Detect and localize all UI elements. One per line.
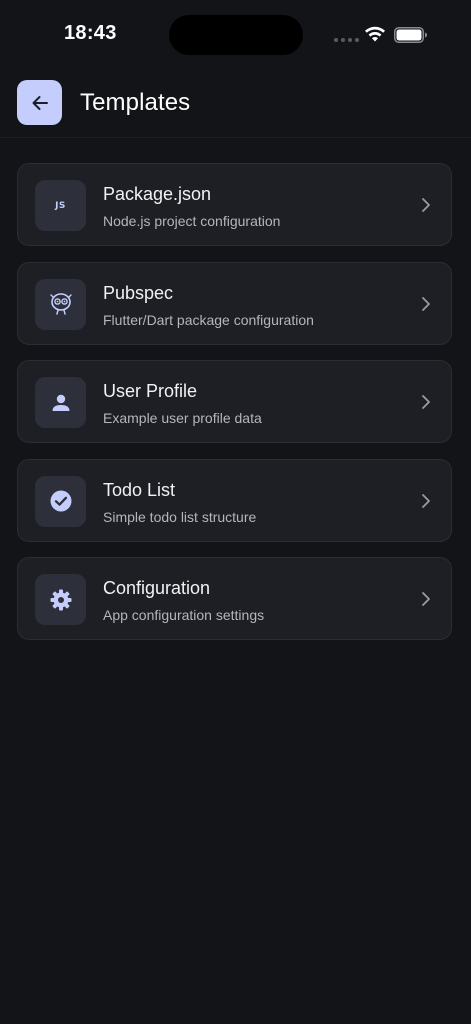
card-title: Pubspec [103, 282, 174, 303]
template-list: JS Package.json Node.js project configur… [17, 163, 454, 656]
card-subtitle: Example user profile data [103, 410, 262, 426]
chevron-right-icon [422, 296, 430, 311]
battery-icon [394, 27, 427, 43]
template-card-pubspec[interactable]: Pubspec Flutter/Dart package configurati… [17, 261, 452, 345]
chevron-right-icon [422, 592, 430, 606]
card-icon-tile [35, 574, 86, 625]
chevron-right-icon [422, 493, 430, 508]
card-icon-tile [35, 377, 86, 428]
chevron-right-icon [422, 198, 430, 212]
card-icon-tile: JS [35, 180, 86, 231]
card-icon-tile [35, 475, 86, 527]
arrow-left-icon [32, 95, 48, 110]
card-subtitle: Simple todo list structure [103, 508, 257, 525]
template-card-package-json[interactable]: JS Package.json Node.js project configur… [17, 163, 452, 246]
app-header: Templates [0, 70, 471, 138]
template-card-configuration[interactable]: Configuration App configuration settings [17, 557, 452, 640]
card-subtitle: Flutter/Dart package configuration [103, 311, 314, 328]
card-icon-tile [35, 278, 86, 330]
page-title: Templates [80, 89, 191, 116]
card-title: Configuration [103, 578, 211, 598]
status-time: 18:43 [64, 22, 117, 44]
back-button[interactable] [17, 80, 62, 125]
gear-icon [50, 589, 71, 610]
template-card-user-profile[interactable]: User Profile Example user profile data [17, 360, 452, 443]
card-title: User Profile [103, 381, 198, 401]
js-icon: JS [55, 200, 66, 211]
card-title: Todo List [103, 479, 176, 500]
card-subtitle: Node.js project configuration [103, 213, 281, 229]
status-bar: 18:43 [0, 0, 471, 70]
chevron-right-icon [422, 395, 430, 409]
cellular-signal-icon [334, 38, 359, 42]
templates-screen: 18:43 Templates JS Package.json Node.js … [0, 0, 471, 1024]
card-title: Package.json [103, 184, 212, 204]
wifi-icon [365, 26, 385, 42]
template-card-todo-list[interactable]: Todo List Simple todo list structure [17, 458, 452, 542]
card-subtitle: App configuration settings [103, 607, 265, 623]
dart-mascot-icon [49, 293, 72, 315]
dynamic-island [169, 15, 303, 55]
check-circle-icon [50, 490, 71, 512]
person-icon [52, 394, 69, 411]
